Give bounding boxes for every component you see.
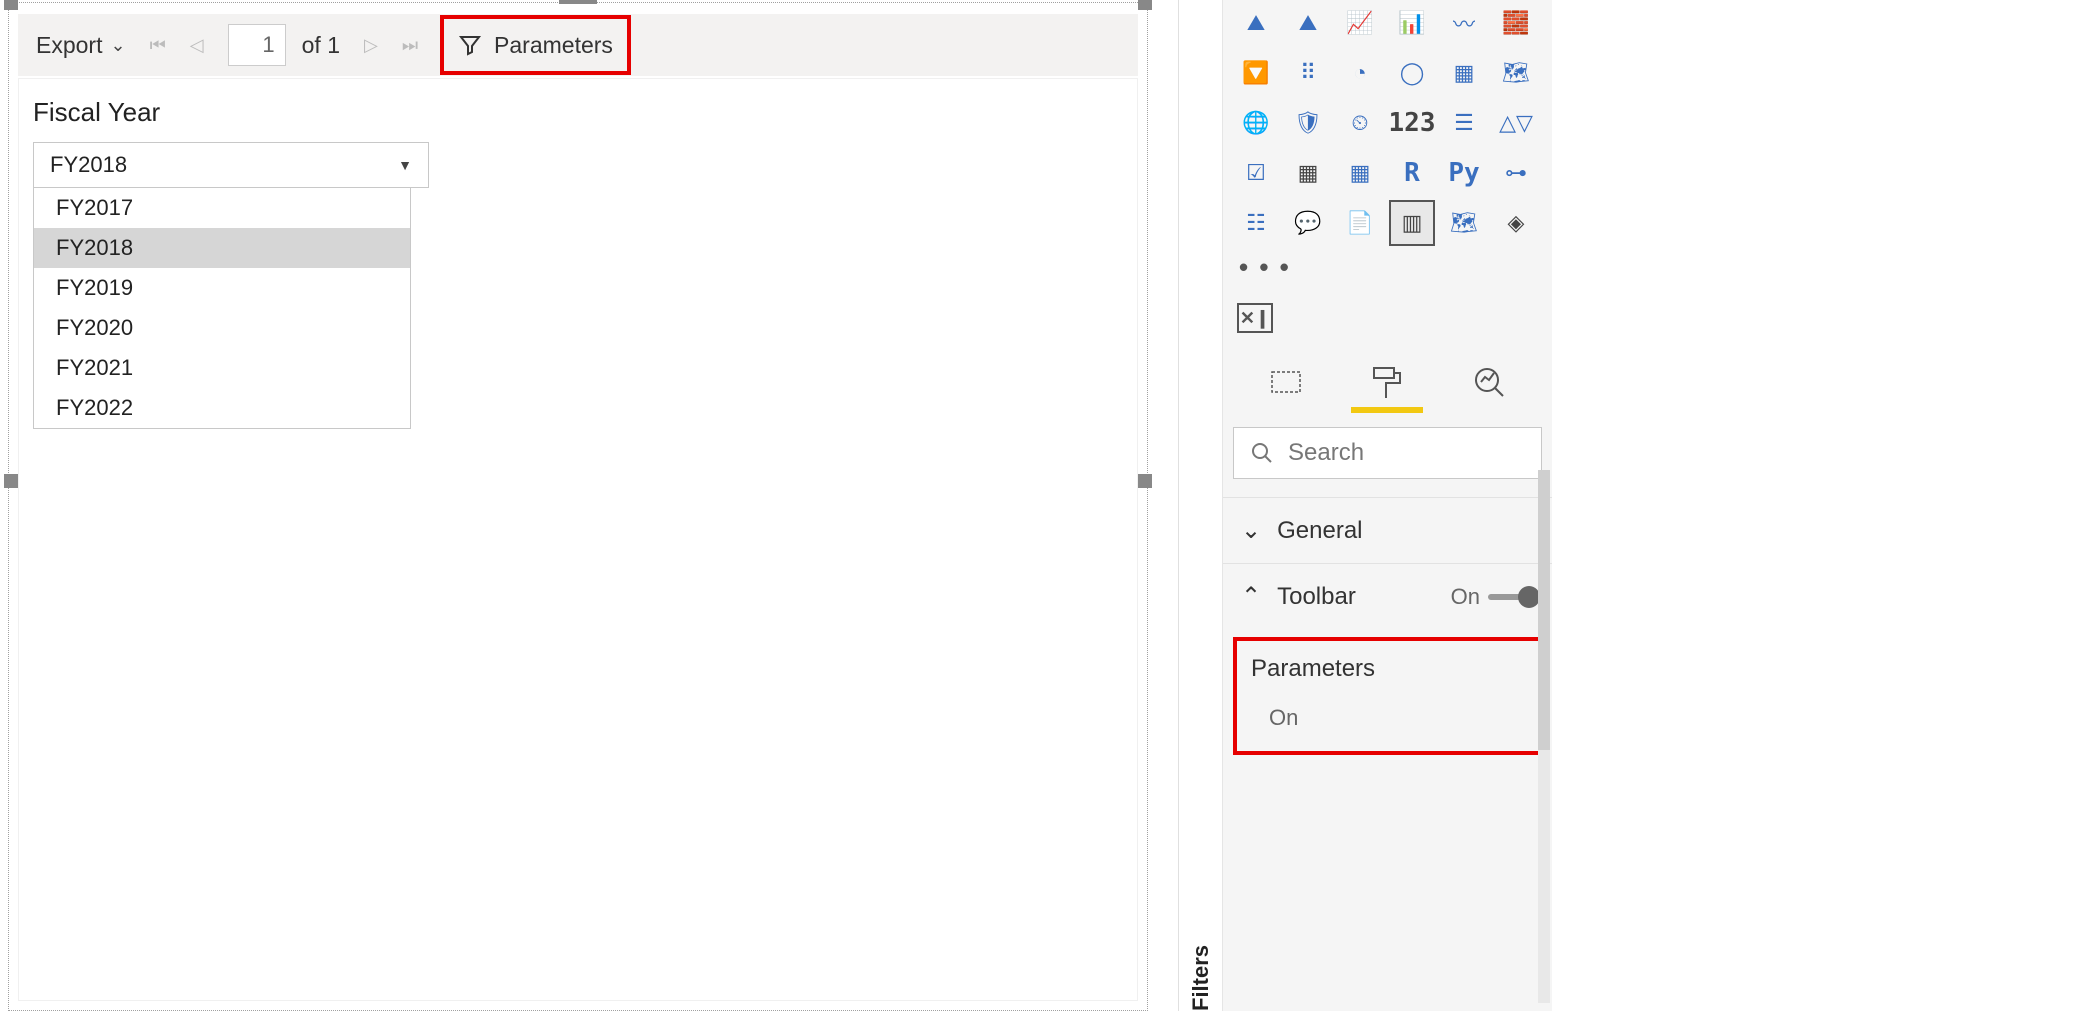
viz-pie-icon[interactable]: ◔ (1337, 50, 1383, 96)
export-label: Export (36, 32, 102, 59)
viz-shape-map-icon[interactable]: 🛡 (1285, 100, 1331, 146)
viz-arcgis-icon[interactable]: 🗺 (1441, 200, 1487, 246)
resize-handle-mid-right[interactable] (1138, 474, 1152, 488)
viz-ribbon-chart-icon[interactable]: 〰 (1441, 0, 1487, 46)
page-of-label: of 1 (302, 32, 340, 59)
export-button[interactable]: Export ⌄ (28, 26, 134, 65)
toolbar-toggle-state: On (1451, 584, 1480, 610)
fields-tab-icon (1270, 368, 1302, 396)
dropdown-option[interactable]: FY2017 (34, 188, 410, 228)
viz-key-influencers-icon[interactable]: ⊶ (1493, 150, 1539, 196)
general-section-header[interactable]: ⌄ General (1223, 497, 1552, 563)
viz-r-script-icon[interactable]: R (1389, 150, 1435, 196)
format-tab[interactable] (1365, 359, 1409, 405)
resize-handle-top-right[interactable] (1138, 0, 1152, 10)
fiscal-year-dropdown[interactable]: FY2018 ▼ (33, 142, 429, 188)
viz-kpi-icon[interactable]: △▽ (1493, 100, 1539, 146)
report-body: Fiscal Year FY2018 ▼ FY2017 FY2018 FY201… (18, 78, 1138, 1001)
move-grip[interactable] (559, 0, 597, 4)
parameters-toggle[interactable]: On (1251, 705, 1524, 731)
dropdown-option[interactable]: FY2020 (34, 308, 410, 348)
visualization-gallery: ⛰ ⛰ 📈 📊 〰 🧱 🔽 ⠿ ◔ ◯ ▦ 🗺 🌐 🛡 ⏲ 123 ☰ △▽ ☑… (1223, 0, 1552, 250)
page-current: 1 (262, 32, 274, 58)
viz-donut-icon[interactable]: ◯ (1389, 50, 1435, 96)
remove-visual-button[interactable]: ✕❙ (1237, 303, 1273, 333)
viz-stacked-area-icon[interactable]: ⛰ (1285, 0, 1331, 46)
parameter-title: Fiscal Year (33, 97, 1123, 128)
viz-powerapps-icon[interactable]: ◈ (1493, 200, 1539, 246)
filters-pane-collapsed[interactable]: Filters (1178, 0, 1222, 1011)
parameters-label: Parameters (494, 32, 613, 59)
last-page-button[interactable]: ⏭ (394, 35, 426, 56)
viz-paginated-report-icon[interactable]: ▥ (1389, 200, 1435, 246)
chevron-down-icon: ⌄ (110, 35, 125, 56)
viz-filled-map-icon[interactable]: 🌐 (1233, 100, 1279, 146)
dropdown-caret-icon: ▼ (398, 157, 412, 173)
fields-tab[interactable] (1264, 359, 1308, 405)
viz-line-chart-icon[interactable]: 📈 (1337, 0, 1383, 46)
toolbar-section-label: Toolbar (1277, 583, 1356, 611)
analytics-icon (1473, 366, 1505, 398)
scrollbar-thumb[interactable] (1538, 470, 1550, 750)
viz-funnel-icon[interactable]: 🔽 (1233, 50, 1279, 96)
dropdown-option[interactable]: FY2022 (34, 388, 410, 428)
general-label: General (1277, 517, 1362, 545)
format-tabs (1223, 333, 1552, 405)
filters-label: Filters (1188, 6, 1214, 1011)
dropdown-option[interactable]: FY2018 (34, 228, 410, 268)
viz-decomposition-icon[interactable]: ☷ (1233, 200, 1279, 246)
dropdown-option[interactable]: FY2019 (34, 268, 410, 308)
parameters-button[interactable]: Parameters (440, 15, 631, 75)
parameters-property-card: Parameters On (1233, 637, 1542, 755)
search-placeholder: Search (1288, 439, 1364, 467)
first-page-button[interactable]: ⏮ (142, 35, 174, 56)
format-pane-scrollbar[interactable] (1538, 470, 1550, 1003)
viz-combo-chart-icon[interactable]: 📊 (1389, 0, 1435, 46)
dropdown-option[interactable]: FY2021 (34, 348, 410, 388)
toolbar-section-header[interactable]: ⌃ Toolbar On (1223, 563, 1552, 629)
chevron-down-icon: ⌄ (1241, 516, 1261, 545)
resize-handle-mid-left[interactable] (4, 474, 18, 488)
viz-python-icon[interactable]: Py (1441, 150, 1487, 196)
paint-roller-icon (1372, 366, 1402, 398)
viz-map-icon[interactable]: 🗺 (1493, 50, 1539, 96)
viz-narrative-icon[interactable]: 📄 (1337, 200, 1383, 246)
dropdown-selected-value: FY2018 (50, 152, 127, 178)
prev-page-button[interactable]: ◁ (182, 35, 212, 56)
viz-gauge-icon[interactable]: ⏲ (1337, 100, 1383, 146)
chevron-up-icon: ⌃ (1241, 582, 1261, 611)
viz-scatter-icon[interactable]: ⠿ (1285, 50, 1331, 96)
report-canvas: Export ⌄ ⏮ ◁ 1 of 1 ▷ ⏭ Parameters Fisca… (8, 0, 1148, 1011)
viz-card-icon[interactable]: 123 (1389, 100, 1435, 146)
fiscal-year-dropdown-list: FY2017 FY2018 FY2019 FY2020 FY2021 FY202… (33, 188, 411, 429)
parameters-toggle-state: On (1269, 705, 1298, 731)
viz-area-chart-icon[interactable]: ⛰ (1233, 0, 1279, 46)
search-icon (1250, 441, 1274, 465)
viz-multi-card-icon[interactable]: ☰ (1441, 100, 1487, 146)
report-toolbar: Export ⌄ ⏮ ◁ 1 of 1 ▷ ⏭ Parameters (18, 14, 1138, 76)
analytics-tab[interactable] (1467, 359, 1511, 405)
visualizations-pane: ⛰ ⛰ 📈 📊 〰 🧱 🔽 ⠿ ◔ ◯ ▦ 🗺 🌐 🛡 ⏲ 123 ☰ △▽ ☑… (1222, 0, 1552, 1011)
filter-icon (458, 33, 482, 57)
format-search-input[interactable]: Search (1233, 427, 1542, 479)
viz-qa-icon[interactable]: 💬 (1285, 200, 1331, 246)
page-number-input[interactable]: 1 (228, 24, 286, 66)
viz-matrix-icon[interactable]: ▦ (1337, 150, 1383, 196)
parameters-property-label: Parameters (1251, 655, 1524, 683)
next-page-button[interactable]: ▷ (356, 35, 386, 56)
toolbar-toggle[interactable]: On (1451, 584, 1534, 610)
more-visuals-button[interactable]: • • • (1223, 250, 1552, 293)
viz-table-icon[interactable]: ▦ (1285, 150, 1331, 196)
resize-handle-top-left[interactable] (4, 0, 18, 10)
viz-waterfall-icon[interactable]: 🧱 (1493, 0, 1539, 46)
viz-slicer-icon[interactable]: ☑ (1233, 150, 1279, 196)
viz-treemap-icon[interactable]: ▦ (1441, 50, 1487, 96)
